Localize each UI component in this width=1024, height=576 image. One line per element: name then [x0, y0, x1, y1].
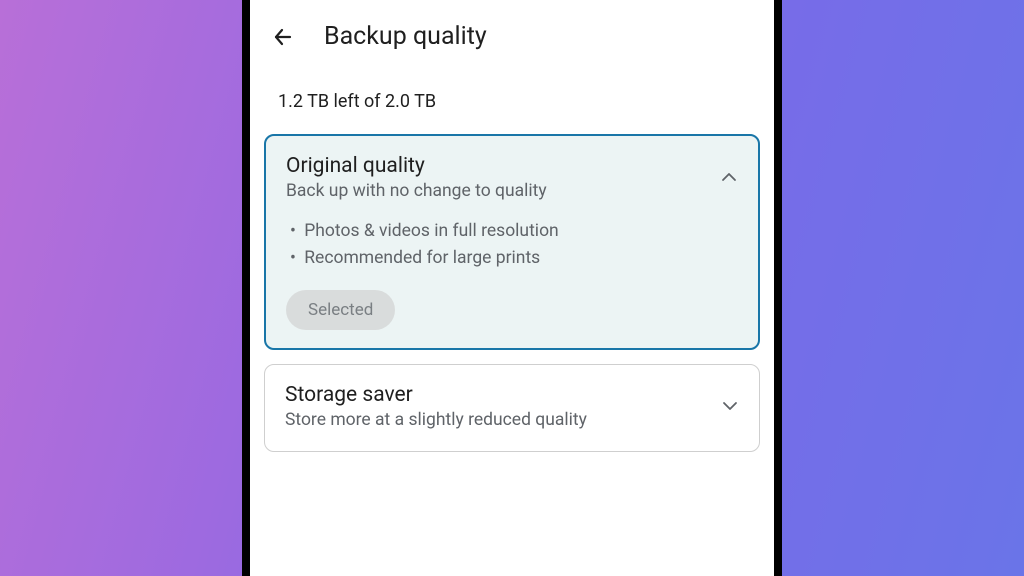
app-bar: Backup quality [250, 0, 774, 61]
phone-frame: Backup quality 1.2 TB left of 2.0 TB Ori… [242, 0, 782, 576]
storage-remaining: 1.2 TB left of 2.0 TB [250, 61, 774, 134]
detail-bullet: Recommended for large prints [290, 245, 738, 272]
option-title: Original quality [286, 154, 738, 178]
screen: Backup quality 1.2 TB left of 2.0 TB Ori… [250, 0, 774, 576]
option-title: Storage saver [285, 383, 739, 407]
option-storage-saver[interactable]: Storage saver Store more at a slightly r… [264, 364, 760, 452]
selected-badge: Selected [286, 290, 395, 330]
page-title: Backup quality [324, 22, 487, 51]
detail-bullet: Photos & videos in full resolution [290, 218, 738, 245]
back-icon[interactable] [270, 24, 296, 50]
option-subtitle: Back up with no change to quality [286, 180, 738, 204]
option-details-list: Photos & videos in full resolution Recom… [286, 204, 738, 272]
chevron-down-icon[interactable] [719, 395, 741, 417]
quality-options: Original quality Back up with no change … [250, 134, 774, 452]
chevron-up-icon[interactable] [718, 166, 740, 188]
option-original-quality[interactable]: Original quality Back up with no change … [264, 134, 760, 350]
option-subtitle: Store more at a slightly reduced quality [285, 409, 739, 433]
